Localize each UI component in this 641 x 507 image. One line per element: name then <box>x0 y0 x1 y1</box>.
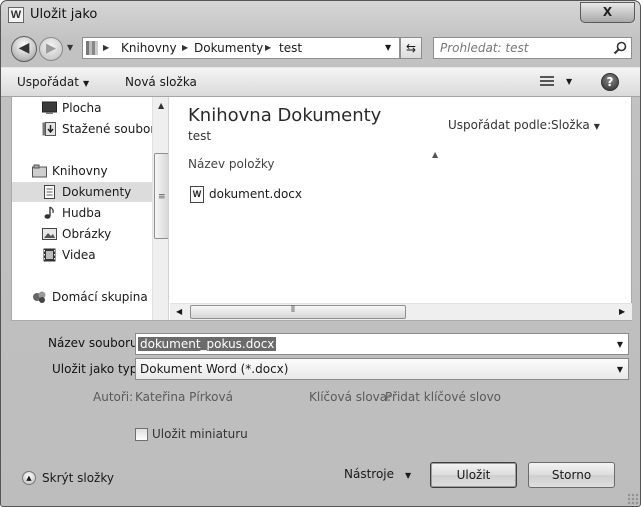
documents-icon <box>44 185 55 199</box>
videos-icon <box>43 248 56 262</box>
tags-value[interactable]: Přidat klíčové slovo <box>385 390 501 404</box>
chevron-down-icon: ▼ <box>616 365 623 374</box>
help-icon[interactable]: ? <box>601 73 619 91</box>
hide-folders-button[interactable]: Skrýt složky <box>42 471 114 485</box>
sidebar-item-desktop[interactable]: Plocha <box>12 98 152 118</box>
view-options-icon[interactable] <box>540 76 554 88</box>
column-header-name[interactable]: Název položky <box>188 157 274 171</box>
close-button[interactable]: X <box>580 2 635 23</box>
sidebar-item-label: Obrázky <box>62 227 112 241</box>
breadcrumb-libraries[interactable]: Knihovny <box>121 41 177 55</box>
sidebar-item-label: Domácí skupina <box>52 290 148 304</box>
tags-label: Klíčová slova: <box>309 390 392 404</box>
filename-value: dokument_pokus.docx <box>138 337 277 351</box>
chevron-down-icon[interactable]: ▼ <box>617 340 623 349</box>
address-bar[interactable]: ▶ Knihovny ▶ Dokumenty ▶ test ▼ <box>82 37 400 59</box>
sort-ascending-icon: ▲ <box>432 150 439 159</box>
sidebar-item-label: Videa <box>62 248 96 262</box>
horizontal-scrollbar[interactable]: ◀ ⦀ ▶ <box>170 303 632 320</box>
sidebar-item-label: Plocha <box>62 101 102 115</box>
downloads-icon <box>42 122 56 136</box>
sidebar-item-documents[interactable]: Dokumenty <box>12 182 152 202</box>
save-as-dialog: W Uložit jako X ◀ ▶ ▼ ▶ Knihovny ▶ Dokum… <box>0 0 641 507</box>
grip-icon: ⦀ <box>291 305 295 315</box>
sidebar-item-homegroup[interactable]: Domácí skupina <box>12 287 152 307</box>
forward-button[interactable]: ▶ <box>39 37 63 61</box>
recent-locations-dropdown[interactable]: ▼ <box>67 43 73 52</box>
refresh-button[interactable]: ⇆ <box>400 37 422 59</box>
grip-icon: ≡ <box>158 192 166 202</box>
hide-folders-icon[interactable]: ▲ <box>22 471 36 485</box>
save-thumbnail-label[interactable]: Uložit miniaturu <box>152 427 248 441</box>
sidebar-item-pictures[interactable]: Obrázky <box>12 224 152 244</box>
tools-button[interactable]: Nástroje <box>344 467 394 481</box>
breadcrumb-documents[interactable]: Dokumenty <box>194 41 263 55</box>
filename-label: Název souboru: <box>48 336 142 350</box>
library-title: Knihovna Dokumenty <box>188 105 382 126</box>
save-button[interactable]: Uložit <box>430 462 517 488</box>
title-bar: W Uložit jako X <box>1 1 640 31</box>
scroll-right-icon[interactable]: ▶ <box>619 307 625 316</box>
organize-button[interactable]: Uspořádat ▼ <box>17 75 89 89</box>
chevron-down-icon[interactable]: ▼ <box>566 77 572 86</box>
sidebar-item-label: Hudba <box>62 206 102 220</box>
sidebar-item-label: Dokumenty <box>62 185 132 199</box>
pictures-icon <box>42 228 57 240</box>
sidebar-item-videos[interactable]: Videa <box>12 245 152 265</box>
sidebar-item-downloads[interactable]: Stažené soubory <box>12 119 162 139</box>
scrollbar-thumb[interactable]: ⦀ <box>190 305 406 319</box>
resize-grip-icon[interactable] <box>627 493 639 505</box>
chevron-right-icon[interactable]: ▶ <box>182 43 188 52</box>
filetype-select[interactable]: Dokument Word (*.docx) ▼ <box>135 358 629 380</box>
scroll-left-icon[interactable]: ◀ <box>176 307 182 316</box>
navigation-pane: Plocha Stažené soubory Knihovny Dokument… <box>12 97 169 320</box>
library-subtitle: test <box>188 129 212 143</box>
arrange-by-dropdown[interactable]: Složka ▼ <box>551 118 600 132</box>
command-bar: Uspořádat ▼ Nová složka ▼ ? <box>1 67 640 97</box>
search-icon[interactable] <box>613 41 627 55</box>
scroll-up-icon[interactable]: ▲ <box>158 101 164 110</box>
breadcrumb-test[interactable]: test <box>279 41 302 55</box>
homegroup-icon <box>33 291 46 303</box>
cancel-button[interactable]: Storno <box>528 462 615 488</box>
new-folder-button[interactable]: Nová složka <box>125 75 197 89</box>
sidebar-item-music[interactable]: Hudba <box>12 203 152 223</box>
file-item[interactable]: W dokument.docx <box>188 185 388 205</box>
save-thumbnail-checkbox[interactable] <box>135 428 148 441</box>
filename-input[interactable]: dokument_pokus.docx ▼ <box>135 333 629 355</box>
chevron-down-icon: ▼ <box>82 79 90 88</box>
word-app-icon: W <box>8 7 24 23</box>
word-document-icon: W <box>190 186 204 203</box>
music-icon <box>44 206 54 219</box>
authors-value[interactable]: Kateřina Pírková <box>135 390 233 404</box>
navigation-bar: ◀ ▶ ▼ ▶ Knihovny ▶ Dokumenty ▶ test ▼ ⇆ … <box>1 33 640 65</box>
filetype-value: Dokument Word (*.docx) <box>140 362 289 376</box>
back-button[interactable]: ◀ <box>11 36 37 62</box>
file-name: dokument.docx <box>209 187 302 201</box>
authors-label: Autoři: <box>93 390 134 404</box>
desktop-icon <box>42 101 57 114</box>
chevron-down-icon[interactable]: ▼ <box>385 43 391 52</box>
search-input[interactable]: Prohledat: test <box>433 37 632 59</box>
window-title: Uložit jako <box>30 7 98 22</box>
organize-label: Uspořádat <box>17 75 79 89</box>
libraries-icon <box>86 41 98 55</box>
search-placeholder: Prohledat: test <box>440 41 529 55</box>
sidebar-item-label: Knihovny <box>52 164 108 178</box>
arrange-by-value: Složka <box>551 118 590 132</box>
scrollbar-thumb[interactable]: ≡ <box>154 153 168 239</box>
sidebar-scrollbar[interactable]: ▲ ≡ <box>152 97 168 320</box>
chevron-down-icon: ▼ <box>593 122 600 131</box>
chevron-down-icon[interactable]: ▼ <box>405 471 411 480</box>
browser-area: Plocha Stažené soubory Knihovny Dokument… <box>11 97 632 321</box>
sidebar-item-libraries[interactable]: Knihovny <box>12 161 152 181</box>
chevron-right-icon[interactable]: ▶ <box>265 43 271 52</box>
chevron-right-icon[interactable]: ▶ <box>103 43 109 52</box>
sidebar-item-label: Stažené soubory <box>62 122 163 136</box>
libraries-icon <box>32 164 47 178</box>
filetype-label: Uložit jako typ: <box>52 362 142 376</box>
arrange-by-label: Uspořádat podle: <box>448 118 552 132</box>
